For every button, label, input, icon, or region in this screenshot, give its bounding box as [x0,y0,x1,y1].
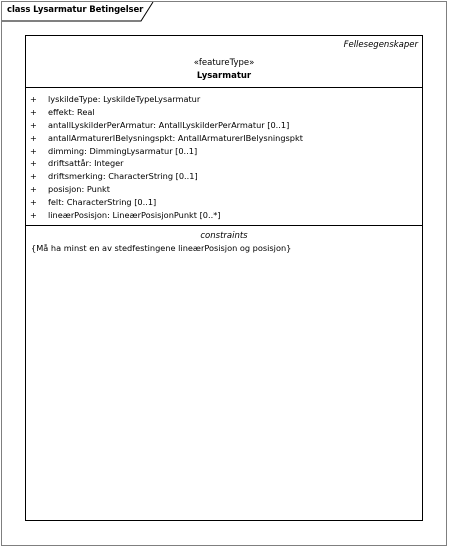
attribute-text: lyskildeType: LyskildeTypeLysarmatur [48,94,201,104]
attribute-text: driftsattår: Integer [48,158,124,169]
attribute-row[interactable]: + lyskildeType: LyskildeTypeLysarmatur [26,93,422,106]
attribute-text: felt: CharacterString [0..1] [48,197,157,208]
visibility-marker: + [30,132,37,143]
visibility-marker: + [30,94,37,104]
visibility-marker: + [30,145,37,156]
attribute-text: antallLyskilderPerArmatur: AntallLyskild… [48,119,290,130]
attribute-row[interactable]: + driftsmerking: CharacterString [0..1] [26,170,422,183]
attribute-row[interactable]: + posisjon: Punkt [26,183,422,196]
attribute-row[interactable]: + antallArmaturerIBelysningspkt: AntallA… [26,132,422,145]
class-name: Lysarmatur [196,71,252,81]
attribute-text: dimming: DimmingLysarmatur [0..1] [48,145,198,156]
frame-title: class Lysarmatur Betingelser [7,5,144,15]
attribute-row[interactable]: + driftsattår: Integer [26,157,422,170]
attribute-list: + lyskildeType: LyskildeTypeLysarmatur +… [26,93,422,222]
visibility-marker: + [30,210,37,221]
attribute-row[interactable]: + dimming: DimmingLysarmatur [0..1] [26,145,422,158]
attribute-row[interactable]: + antallLyskilderPerArmatur: AntallLyski… [26,119,422,132]
visibility-marker: + [30,158,37,169]
attribute-text: antallArmaturerIBelysningspkt: AntallArm… [48,132,303,143]
attribute-row[interactable]: + felt: CharacterString [0..1] [26,196,422,209]
visibility-marker: + [30,184,37,195]
package-label: Fellesegenskaper [343,40,418,50]
stereotype-label: «featureType» [193,58,255,68]
attribute-text: driftsmerking: CharacterString [0..1] [48,171,198,182]
constraints-header: constraints [200,231,248,241]
constraint-text[interactable]: {Må ha minst en av stedfestingene lineær… [31,243,291,253]
attribute-row[interactable]: + effekt: Real [26,106,422,119]
visibility-marker: + [30,197,37,208]
attributes-separator [26,87,422,88]
attribute-row[interactable]: + lineærPosisjon: LineærPosisjonPunkt [0… [26,209,422,222]
visibility-marker: + [30,106,37,117]
attribute-text: lineærPosisjon: LineærPosisjonPunkt [0..… [48,210,221,221]
constraints-separator [26,225,422,226]
attribute-text: posisjon: Punkt [48,184,110,195]
visibility-marker: + [30,171,37,182]
visibility-marker: + [30,119,37,130]
class-box-lysarmatur[interactable]: Fellesegenskaper «featureType» Lysarmatu… [25,35,423,521]
attribute-text: effekt: Real [48,106,95,117]
